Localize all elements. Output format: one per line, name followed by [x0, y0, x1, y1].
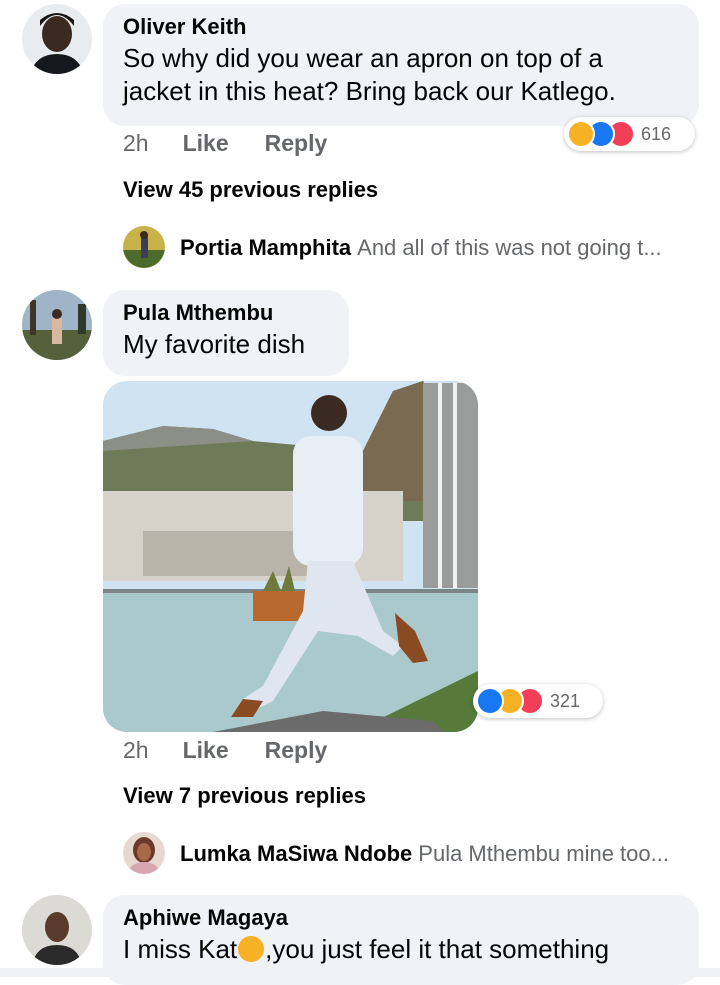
- comment-author[interactable]: Aphiwe Magaya: [123, 905, 681, 931]
- view-previous-replies[interactable]: View 45 previous replies: [123, 177, 378, 203]
- comment-bubble: Pula Mthembu My favorite dish: [103, 290, 349, 376]
- comment-text-part: ,you just feel it that something: [265, 934, 610, 964]
- comment-actions: 2h Like Reply: [123, 130, 363, 157]
- avatar-portia-mamphita[interactable]: [123, 226, 165, 268]
- comment-text: jacket in this heat? Bring back our Katl…: [123, 76, 616, 106]
- avatar-lumka-masiwa-ndobe[interactable]: [123, 832, 165, 874]
- view-previous-replies[interactable]: View 7 previous replies: [123, 783, 366, 809]
- reply-button[interactable]: Reply: [265, 737, 328, 763]
- like-reaction-icon: [476, 687, 504, 715]
- bottom-divider: [0, 968, 720, 977]
- reply-button[interactable]: Reply: [265, 130, 328, 156]
- avatar-oliver-keith[interactable]: [22, 4, 92, 74]
- reply-text: And all of this was not going t...: [357, 235, 662, 260]
- comment-text: My favorite dish: [123, 329, 306, 359]
- reply-author[interactable]: Portia Mamphita: [180, 235, 351, 260]
- haha-reaction-icon: [567, 120, 595, 148]
- comment-text: So why did you wear an apron on top of a: [123, 43, 603, 73]
- comment-author[interactable]: Oliver Keith: [123, 14, 681, 40]
- reaction-summary[interactable]: 321: [473, 684, 603, 718]
- comment-bubble: Oliver Keith So why did you wear an apro…: [103, 4, 699, 126]
- comment-text: I miss Kat ,you just feel it that somethi…: [123, 933, 681, 966]
- reaction-count: 321: [550, 690, 581, 711]
- comment-time[interactable]: 2h: [123, 130, 149, 156]
- latest-reply[interactable]: Lumka MaSiwa Ndobe Pula Mthembu mine too.…: [180, 841, 669, 867]
- reaction-count: 616: [641, 123, 672, 144]
- avatar-pula-mthembu[interactable]: [22, 290, 92, 360]
- comment-photo[interactable]: [103, 381, 478, 732]
- avatar-aphiwe-magaya[interactable]: [22, 895, 92, 965]
- comment-author[interactable]: Pula Mthembu: [123, 300, 331, 326]
- comment-text-part: I miss Kat: [123, 934, 238, 964]
- reaction-summary[interactable]: 616: [564, 117, 695, 151]
- comment-actions: 2h Like Reply: [123, 737, 363, 764]
- latest-reply[interactable]: Portia Mamphita And all of this was not g…: [180, 235, 662, 261]
- comment-time[interactable]: 2h: [123, 737, 149, 763]
- sad-emoji-icon: [238, 936, 265, 962]
- like-button[interactable]: Like: [183, 737, 229, 763]
- like-button[interactable]: Like: [183, 130, 229, 156]
- reply-text: Pula Mthembu mine too...: [418, 841, 669, 866]
- reply-author[interactable]: Lumka MaSiwa Ndobe: [180, 841, 412, 866]
